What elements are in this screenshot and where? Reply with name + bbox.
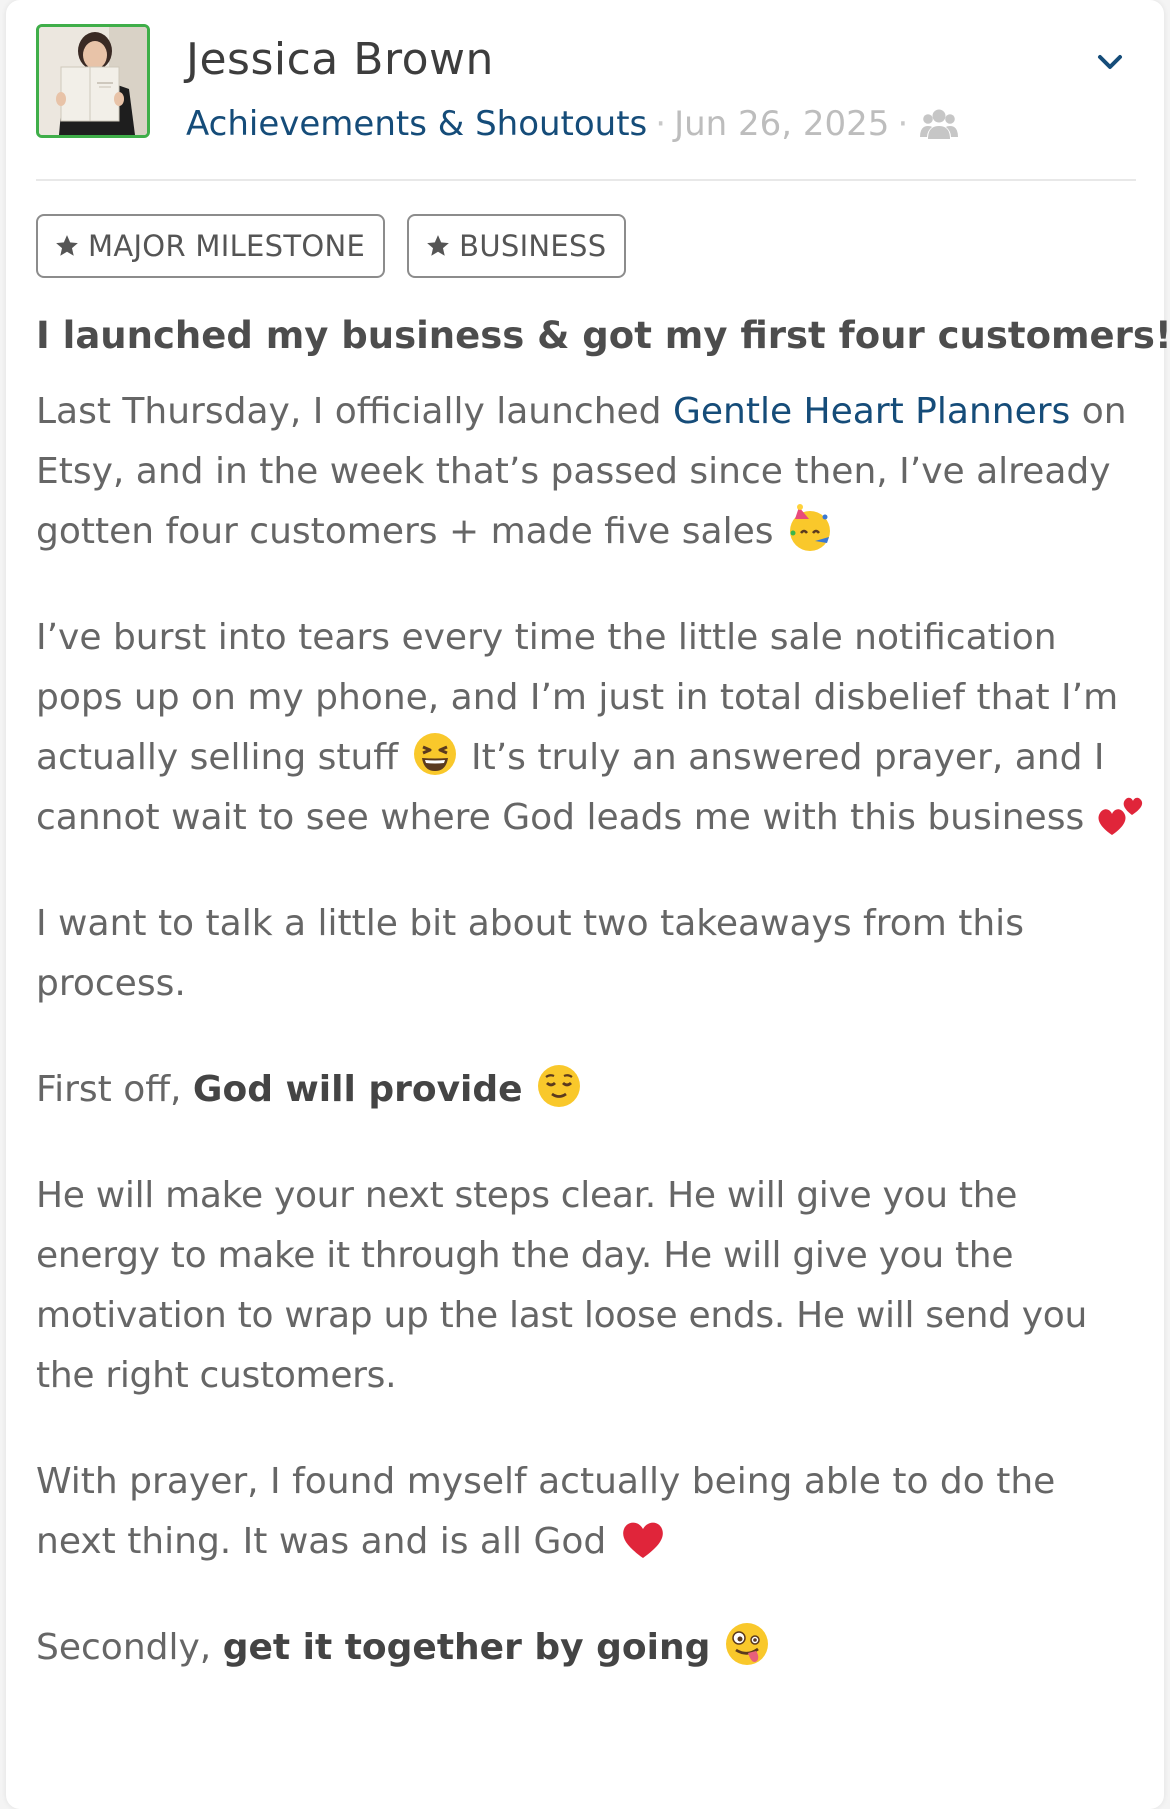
meta-separator: ·	[655, 104, 667, 144]
bold-text: God will provide	[192, 1069, 523, 1110]
category-link[interactable]: Achievements & Shoutouts	[186, 104, 647, 144]
zany-face-emoji	[722, 1619, 772, 1669]
tag-business[interactable]: BUSINESS	[407, 214, 627, 278]
red-heart-emoji	[618, 1513, 668, 1563]
tag-label: MAJOR MILESTONE	[88, 229, 366, 263]
chevron-down-icon[interactable]	[1092, 44, 1128, 80]
paragraph-text: Secondly,	[36, 1627, 223, 1668]
bold-text: get it together by going	[222, 1627, 711, 1668]
post-paragraph: First off, God will provide	[36, 1060, 1146, 1120]
post-title: I launched my business & got my first fo…	[36, 314, 1170, 357]
star-icon	[56, 235, 78, 256]
post-card: Jessica Brown Achievements & Shoutouts ·…	[6, 0, 1170, 1809]
post-paragraph: With prayer, I found myself actually bei…	[36, 1452, 1146, 1572]
meta-separator: ·	[897, 104, 909, 144]
paragraph-text: Last Thursday, I officially launched	[36, 391, 673, 432]
post-paragraph: I’ve burst into tears every time the lit…	[36, 608, 1146, 848]
two-hearts-emoji	[1096, 789, 1146, 839]
paragraph-text: With prayer, I found myself actually bei…	[36, 1461, 1056, 1562]
post-date: Jun 26, 2025	[674, 104, 890, 144]
author-name[interactable]: Jessica Brown	[186, 34, 494, 85]
shop-link[interactable]: Gentle Heart Planners	[673, 391, 1070, 432]
party-face-emoji	[785, 503, 835, 553]
post-meta: Achievements & Shoutouts · Jun 26, 2025 …	[186, 104, 959, 144]
paragraph-text: First off,	[36, 1069, 193, 1110]
relieved-face-emoji	[534, 1061, 584, 1111]
post-tags: MAJOR MILESTONE BUSINESS	[36, 214, 627, 278]
post-paragraph: I want to talk a little bit about two ta…	[36, 903, 1024, 1004]
avatar[interactable]	[36, 24, 150, 138]
tag-major-milestone[interactable]: MAJOR MILESTONE	[36, 214, 386, 278]
tag-label: BUSINESS	[459, 229, 607, 263]
star-icon	[427, 235, 449, 256]
post-content: I launched my business & got my first fo…	[36, 300, 1170, 1724]
post-paragraph: Secondly, get it together by going	[36, 1618, 1146, 1678]
post-paragraph: Last Thursday, I officially launched Gen…	[36, 382, 1146, 562]
post-paragraph: He will make your next steps clear. He w…	[36, 1175, 1088, 1396]
group-icon	[920, 107, 959, 141]
header-divider	[36, 179, 1136, 181]
laughing-face-emoji	[410, 729, 460, 779]
post-header: Jessica Brown Achievements & Shoutouts ·…	[36, 24, 1136, 146]
